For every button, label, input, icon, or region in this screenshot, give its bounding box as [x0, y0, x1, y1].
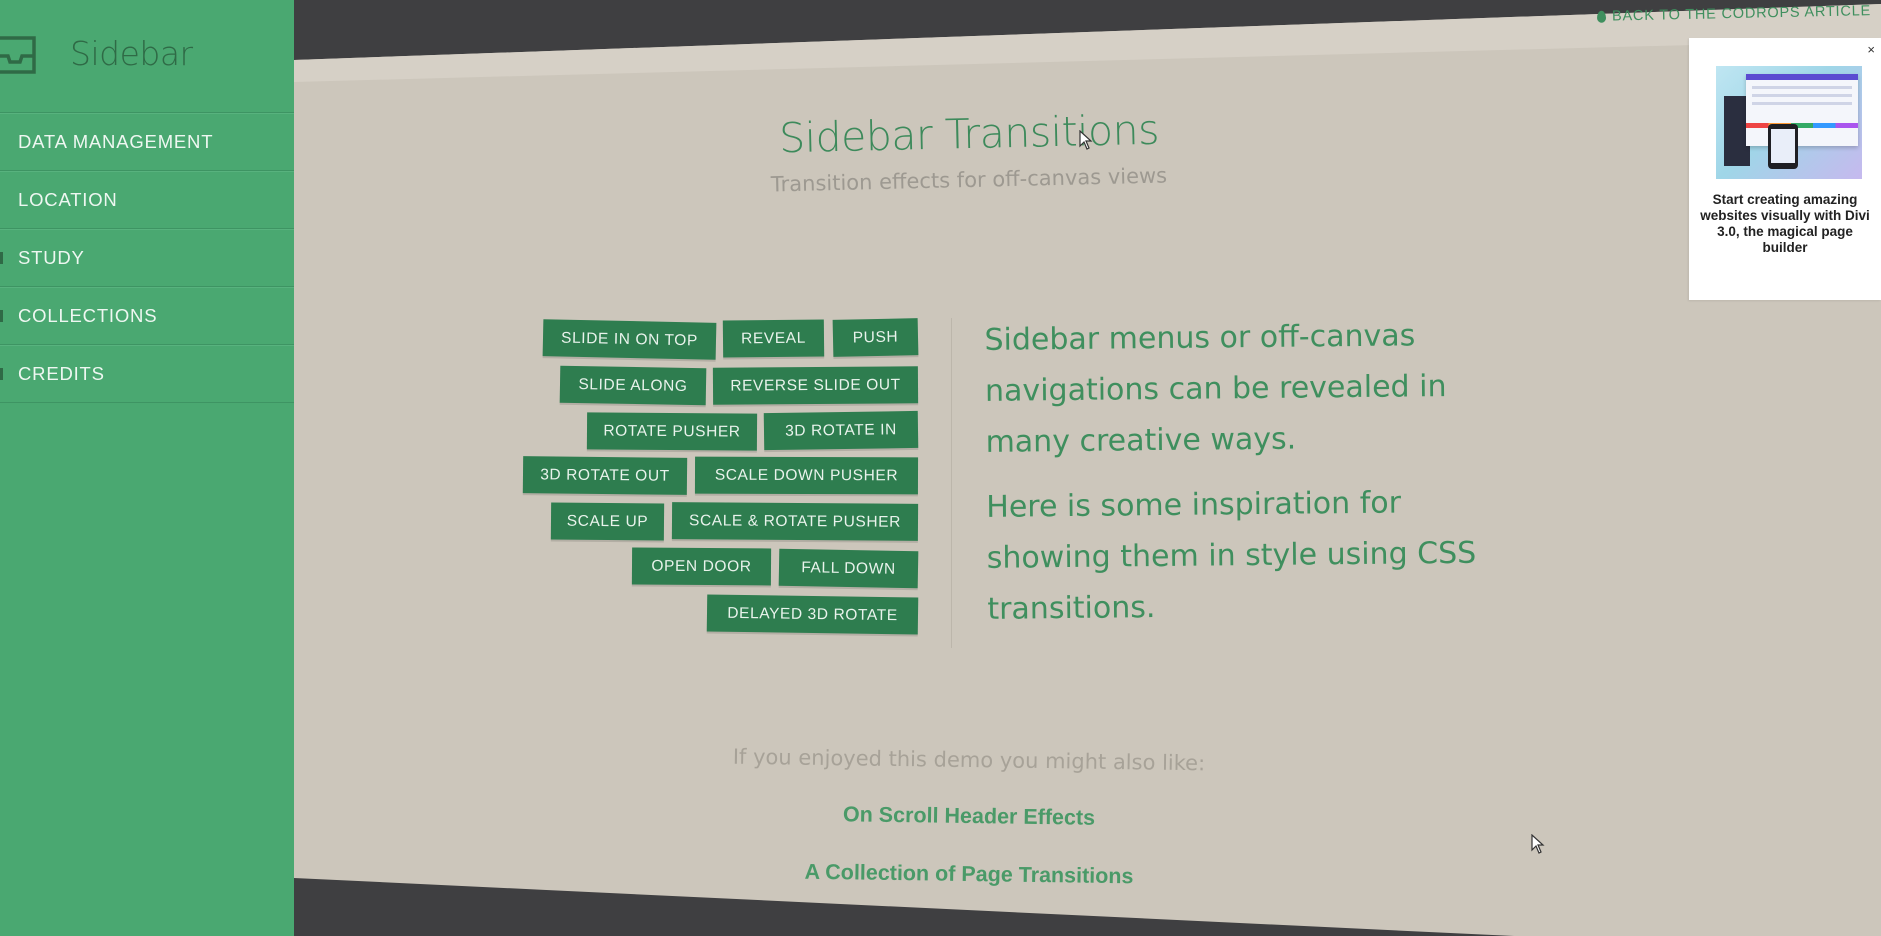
effect-button-3d-rotate-in[interactable]: 3D ROTATE IN	[763, 410, 919, 451]
ad-image-row	[1752, 86, 1852, 89]
ad-image-row	[1752, 102, 1852, 105]
ad-text[interactable]: Start creating amazing websites visually…	[1699, 192, 1871, 256]
effect-button-3d-rotate-out[interactable]: 3D ROTATE OUT	[522, 456, 688, 495]
mouse-cursor-icon	[1079, 130, 1093, 150]
sidebar-item-location[interactable]: LOCATION	[0, 171, 294, 229]
ad-image[interactable]	[1716, 66, 1862, 179]
intro-paragraph: Here is some inspiration for showing the…	[986, 485, 1477, 627]
sidebar-item-data-management[interactable]: DATA MANAGEMENT	[0, 113, 294, 171]
sidebar-item-label: CREDITS	[18, 363, 105, 384]
sidebar-title: Sidebar	[70, 34, 193, 73]
sidebar-item-label: COLLECTIONS	[18, 305, 158, 326]
sidebar-item-label: DATA MANAGEMENT	[18, 131, 214, 152]
effect-button-scale-rotate-pusher[interactable]: SCALE & ROTATE PUSHER	[671, 502, 919, 541]
bullet-icon	[0, 310, 3, 322]
ad-image-row	[1752, 94, 1852, 97]
effect-button-fall-down[interactable]: FALL DOWN	[778, 548, 919, 589]
sidebar-header: Sidebar	[0, 0, 294, 113]
sidebar-item-label: LOCATION	[18, 189, 118, 210]
sidebar-item-label: STUDY	[18, 247, 85, 268]
ad-image-phone	[1768, 124, 1798, 169]
effect-button-scale-up[interactable]: SCALE UP	[550, 502, 665, 541]
effect-button-scale-down-pusher[interactable]: SCALE DOWN PUSHER	[694, 456, 919, 495]
ad-image-window-rows	[1752, 86, 1852, 110]
main-stage: BACK TO THE CODROPS ARTICLE Sidebar Tran…	[294, 0, 1881, 936]
effect-button-open-door[interactable]: OPEN DOOR	[631, 547, 772, 586]
sidebar-item-credits[interactable]: CREDITS	[0, 345, 294, 403]
mouse-cursor-icon	[1531, 834, 1545, 854]
effect-button-slide-along[interactable]: SLIDE ALONG	[559, 365, 707, 406]
effect-button-rotate-pusher[interactable]: ROTATE PUSHER	[586, 412, 758, 451]
advertisement[interactable]: × Start creating amazing websites visual…	[1689, 38, 1881, 300]
intro-text: Sidebar menus or off-canvas navigations …	[984, 309, 1527, 649]
ad-close-button[interactable]: ×	[1867, 42, 1875, 57]
bullet-icon	[0, 252, 3, 264]
sidebar-item-collections[interactable]: COLLECTIONS	[0, 287, 294, 345]
sidebar: Sidebar DATA MANAGEMENT LOCATION STUDY C…	[0, 0, 294, 936]
effect-button-push[interactable]: PUSH	[832, 318, 919, 357]
ad-image-window	[1746, 74, 1858, 146]
bullet-icon	[0, 368, 3, 380]
ad-image-color-strip	[1746, 123, 1858, 128]
effect-button-reveal[interactable]: REVEAL	[722, 319, 825, 358]
ad-image-window-bar	[1746, 74, 1858, 80]
content-divider	[951, 318, 952, 648]
inbox-icon	[0, 36, 36, 74]
intro-paragraph: Sidebar menus or off-canvas navigations …	[984, 318, 1447, 460]
effect-button-slide-in-on-top[interactable]: SLIDE IN ON TOP	[542, 319, 717, 360]
sidebar-item-study[interactable]: STUDY	[0, 229, 294, 287]
effect-button-reverse-slide-out[interactable]: REVERSE SLIDE OUT	[712, 366, 919, 405]
drop-icon	[1596, 10, 1607, 23]
effect-button-delayed-3d-rotate[interactable]: DELAYED 3D ROTATE	[706, 594, 919, 635]
